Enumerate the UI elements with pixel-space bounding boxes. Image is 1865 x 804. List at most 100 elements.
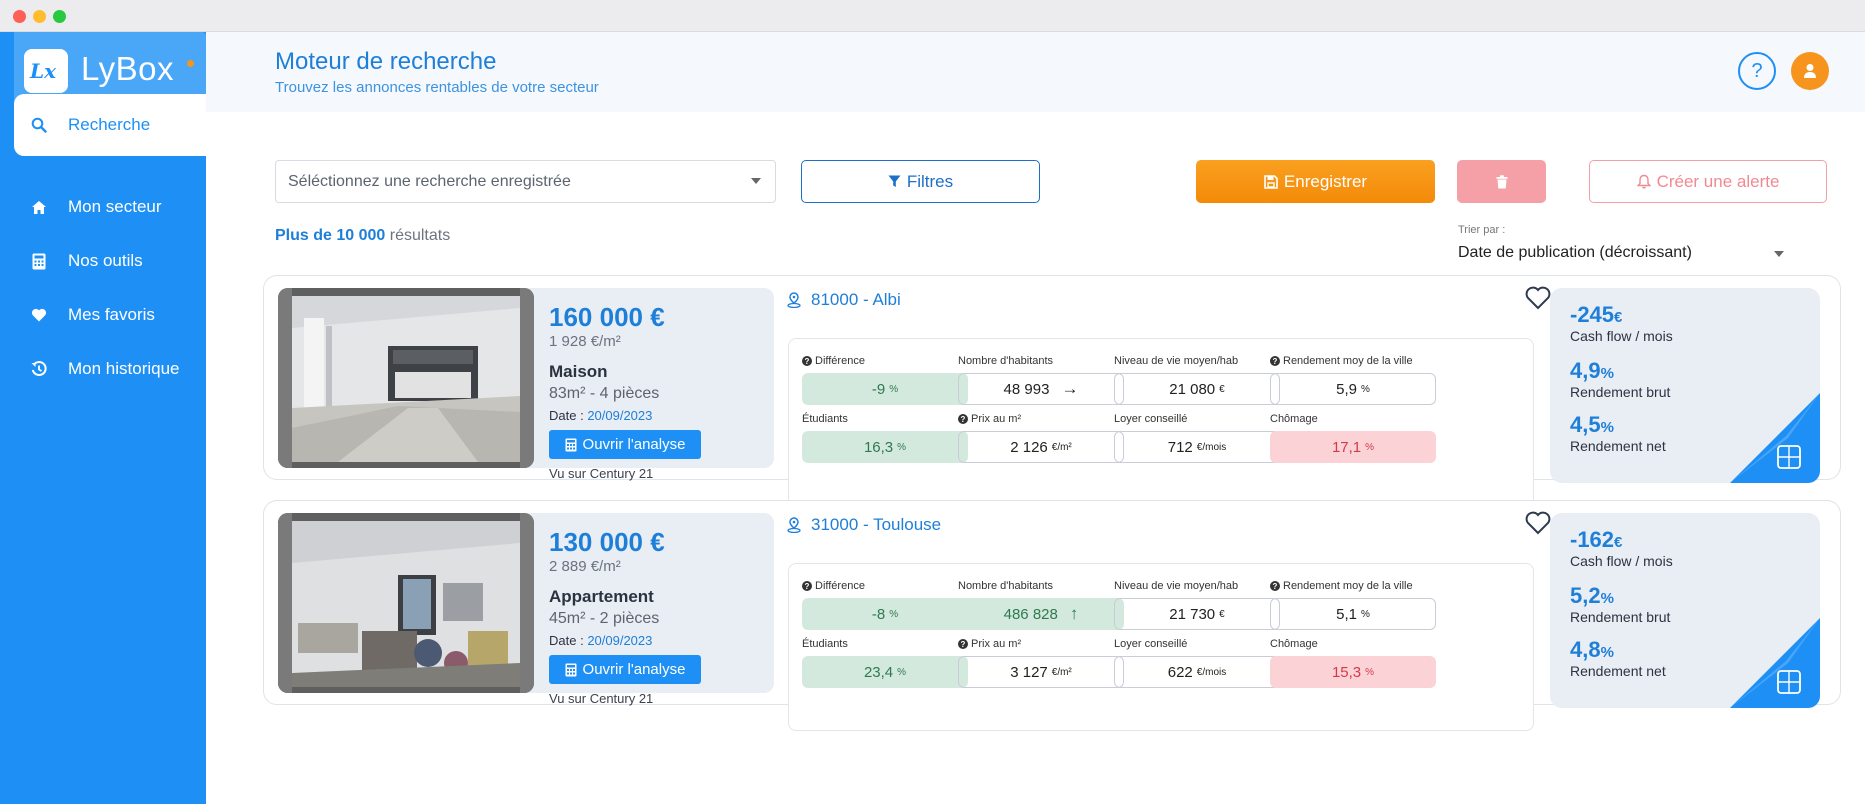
stat-value: 21 730 [1169,605,1216,623]
page-curl-calculator-icon[interactable] [1550,513,1820,708]
stat-label: Étudiants [802,638,848,650]
open-analysis-label: Ouvrir l'analyse [582,436,686,453]
sidebar: Lx LyBox Recherche Mon secteur Nos outil… [0,32,206,804]
logo-accent-dot [187,60,194,67]
chevron-down-icon [1774,251,1784,257]
stat-label: Différence [815,580,865,592]
sidebar-item-label: Nos outils [68,251,143,270]
create-alert-label: Créer une alerte [1656,171,1780,191]
profitability-panel: -162€ Cash flow / mois 5,2% Rendement br… [1550,513,1820,708]
close-window-button[interactable] [13,10,26,23]
stat-label: Étudiants [802,413,848,425]
stat-rendement-ville: ? Rendement moy de la ville 5,1% [1270,578,1436,630]
stat-value: 23,4 [863,663,894,681]
stat-value: 16,3 [863,438,894,456]
open-analysis-button[interactable]: Ouvrir l'analyse [549,430,701,459]
info-icon[interactable]: ? [1270,356,1280,366]
window-titlebar [0,0,1865,32]
listing-card[interactable]: 130 000 € 2 889 €/m² Appartement 45m² - … [263,500,1841,731]
logo-mark: Lx [24,49,68,93]
favorite-heart-icon[interactable] [1525,286,1551,310]
stat-label: Prix au m² [971,638,1022,650]
stat-value: 3 127 [1010,663,1048,681]
minimize-window-button[interactable] [33,10,46,23]
stat-unit: % [1365,666,1375,678]
city-stats-panel: ? Différence -8% Nombre d'habitants 486 8… [788,563,1534,731]
sidebar-item-mon-historique[interactable]: Mon historique [14,338,206,400]
maximize-window-button[interactable] [53,10,66,23]
listing-location[interactable]: 31000 - Toulouse [787,515,941,535]
trend-arrow-right-icon: → [1061,379,1079,398]
page-header: Moteur de recherche Trouvez les annonces… [206,32,1865,112]
favorite-heart-icon[interactable] [1525,511,1551,535]
chevron-down-icon [751,178,761,184]
sort-select[interactable]: Date de publication (décroissant) [1458,244,1692,262]
stat-unit: % [1360,383,1370,395]
info-icon[interactable]: ? [958,414,968,424]
bell-icon [1636,174,1651,189]
filters-label: Filtres [906,171,954,191]
stat-label: Chômage [1270,638,1318,650]
listing-photo[interactable] [278,513,534,693]
filter-icon [888,175,901,187]
listing-card[interactable]: 160 000 € 1 928 €/m² Maison 83m² - 4 piè… [263,275,1841,506]
save-search-button[interactable]: Enregistrer [1196,160,1435,203]
stat-value: -9 [871,380,886,398]
calculator-icon [565,663,577,676]
listing-photo[interactable] [278,288,534,468]
stat-unit: % [897,441,907,453]
sidebar-item-mon-secteur[interactable]: Mon secteur [14,176,206,238]
info-icon[interactable]: ? [958,639,968,649]
info-icon[interactable]: ? [802,581,812,591]
sidebar-item-label: Mes favoris [68,305,155,324]
listing-location[interactable]: 81000 - Albi [787,290,901,310]
sidebar-item-mes-favoris[interactable]: Mes favoris [14,284,206,346]
stat-value: 5,9 [1336,380,1357,398]
create-alert-button[interactable]: Créer une alerte [1589,160,1827,203]
stat-label: Niveau de vie moyen/hab [1114,355,1239,367]
filters-button[interactable]: Filtres [801,160,1040,203]
user-avatar-button[interactable] [1791,52,1829,90]
city-stats-panel: ? Différence -9% Nombre d'habitants 48 99… [788,338,1534,506]
map-pin-icon [787,292,801,308]
stat-unit: € [1219,383,1225,395]
page-subtitle: Trouvez les annonces rentables de votre … [275,79,599,96]
info-icon[interactable]: ? [1270,581,1280,591]
stat-prix-m2: ? Prix au m² 2 126 €/m² [958,411,1124,463]
stat-label: Niveau de vie moyen/hab [1114,580,1239,592]
info-icon[interactable]: ? [802,356,812,366]
listing-summary: 130 000 € 2 889 €/m² Appartement 45m² - … [278,513,774,706]
stat-value: 2 126 [1010,438,1048,456]
profitability-panel: -245€ Cash flow / mois 4,9% Rendement br… [1550,288,1820,483]
listing-date-value: 20/09/2023 [587,633,653,648]
search-icon [28,117,50,133]
logo-mark-text: Lx [30,59,56,83]
stat-difference: ? Différence -8% [802,578,968,630]
stat-unit: € [1219,608,1225,620]
stat-unit: €/m² [1051,441,1072,453]
stat-unit: €/mois [1196,666,1227,678]
stat-niveau-vie: Niveau de vie moyen/hab 21 080 € [1114,353,1280,405]
stat-label: Loyer conseillé [1114,413,1188,425]
listing-price-per-m2: 1 928 €/m² [549,333,621,350]
results-count-value: Plus de 10 000 [275,227,386,244]
stat-unit: €/m² [1051,666,1072,678]
help-button[interactable]: ? [1738,52,1776,90]
saved-search-placeholder: Séléctionnez une recherche enregistrée [288,172,571,190]
listing-surface: 45m² - 2 pièces [549,610,660,627]
delete-search-button[interactable] [1457,160,1546,203]
sidebar-item-nos-outils[interactable]: Nos outils [14,230,206,292]
open-analysis-button[interactable]: Ouvrir l'analyse [549,655,701,684]
stat-value: 712 [1167,438,1193,456]
listing-price-per-m2: 2 889 €/m² [549,558,621,575]
saved-search-select[interactable]: Séléctionnez une recherche enregistrée [275,160,776,203]
results-count: Plus de 10 000 résultats [275,227,450,245]
listing-price: 130 000 € [549,527,665,557]
stat-prix-m2: ? Prix au m² 3 127 €/m² [958,636,1124,688]
sidebar-item-recherche[interactable]: Recherche [14,94,206,156]
page-curl-calculator-icon[interactable] [1550,288,1820,483]
page-title: Moteur de recherche [275,48,497,75]
stat-habitants: Nombre d'habitants 48 993 → [958,353,1124,405]
main-content: Séléctionnez une recherche enregistrée F… [206,112,1865,804]
stat-label: Rendement moy de la ville [1283,355,1413,367]
